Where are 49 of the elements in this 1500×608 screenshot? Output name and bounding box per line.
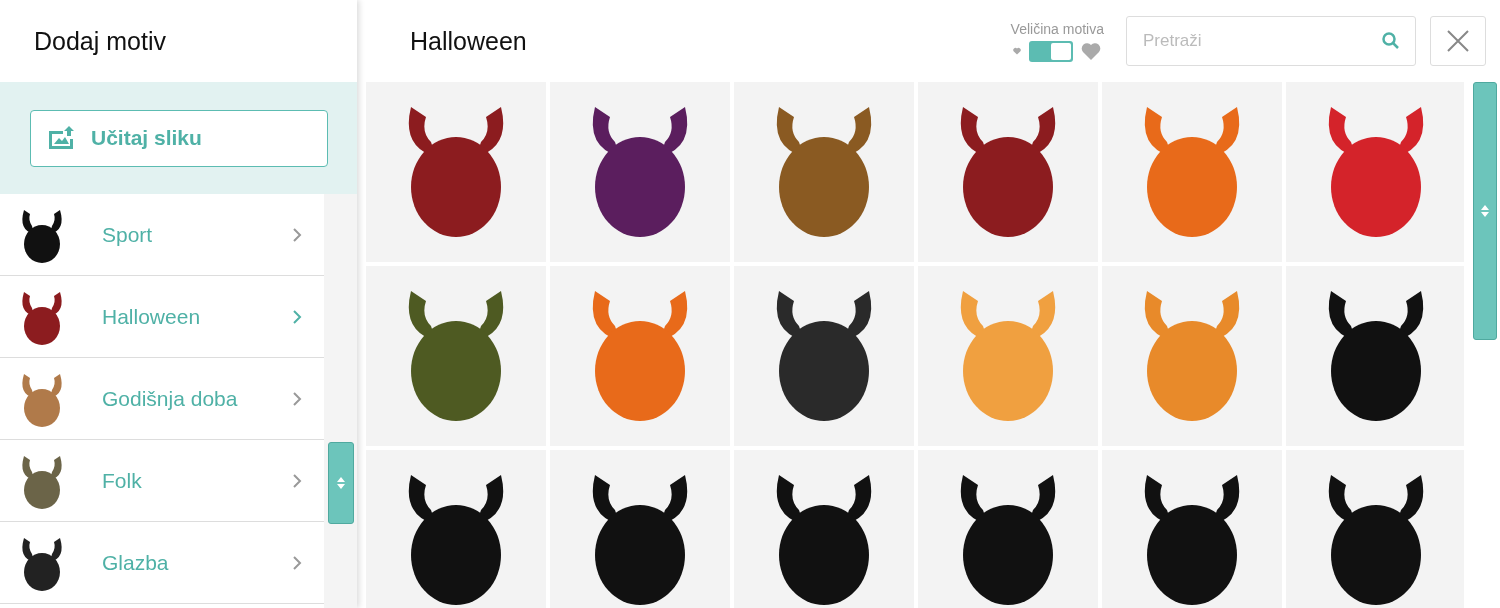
motif-tile[interactable] [366, 450, 546, 608]
motif-tile[interactable] [918, 450, 1098, 608]
chevron-right-icon [293, 555, 302, 570]
motif-tile[interactable] [1102, 450, 1282, 608]
search-field[interactable]: Pretraži [1126, 16, 1416, 66]
image-upload-icon [47, 125, 77, 151]
category-label: Godišnja doba [102, 386, 239, 411]
scrollbar-thumb[interactable] [1473, 82, 1497, 340]
chevron-right-icon [293, 391, 302, 406]
category-item[interactable]: Folk [0, 440, 324, 522]
motif-tile[interactable] [918, 266, 1098, 446]
category-item[interactable]: Sport [0, 194, 324, 276]
heart-icon [1013, 47, 1022, 55]
category-label: Glazba [102, 550, 170, 575]
search-icon [1382, 32, 1400, 50]
chevron-right-icon [293, 227, 302, 242]
motif-tile[interactable] [734, 82, 914, 262]
motif-tile[interactable] [550, 266, 730, 446]
close-button[interactable] [1430, 16, 1486, 66]
size-label: Veličina motiva [1010, 20, 1104, 37]
size-toggle[interactable] [1029, 40, 1074, 62]
motif-tile[interactable] [1286, 82, 1464, 262]
category-label: Halloween [102, 304, 202, 329]
chevron-right-icon [293, 309, 302, 324]
up-down-icon [1481, 205, 1489, 217]
panel-title: Dodaj motiv [33, 25, 167, 57]
category-label: Sport [102, 222, 154, 247]
category-item[interactable]: Godišnja doba [0, 358, 324, 440]
motif-tile[interactable] [550, 450, 730, 608]
scrollbar-thumb[interactable] [327, 442, 354, 524]
motif-tile[interactable] [918, 82, 1098, 262]
motif-tile[interactable] [550, 82, 730, 262]
motif-tile[interactable] [734, 450, 914, 608]
motif-tile[interactable] [1102, 266, 1282, 446]
upload-image-button[interactable]: Učitaj sliku [30, 109, 328, 167]
up-down-icon [336, 477, 345, 489]
motif-tile[interactable] [1102, 82, 1282, 262]
category-title: Halloween [410, 26, 528, 56]
category-item[interactable]: Halloween [0, 276, 324, 358]
category-label: Folk [102, 468, 143, 493]
chevron-right-icon [293, 473, 302, 488]
motif-tile[interactable] [1286, 266, 1464, 446]
heart-icon [1081, 41, 1102, 61]
motif-tile[interactable] [1286, 450, 1464, 608]
category-item[interactable]: Glazba [0, 522, 324, 604]
close-icon [1447, 30, 1469, 52]
motif-tile[interactable] [734, 266, 914, 446]
motif-tile[interactable] [366, 266, 546, 446]
motif-tile[interactable] [366, 82, 546, 262]
